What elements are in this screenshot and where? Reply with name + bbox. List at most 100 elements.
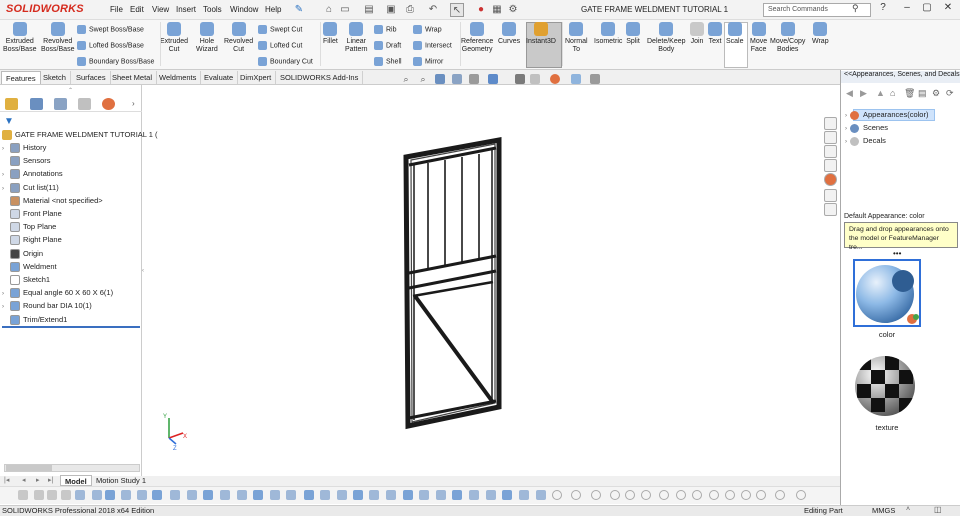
circular-pattern-icon[interactable]	[419, 490, 429, 500]
fix-icon[interactable]	[756, 490, 766, 500]
intersect-button[interactable]: Intersect	[413, 41, 452, 50]
minimize-icon[interactable]: –	[900, 2, 914, 13]
scrollbar-thumb[interactable]	[6, 465, 52, 471]
convert-icon[interactable]	[220, 490, 230, 500]
reference-geometry-button[interactable]: Reference Geometry	[461, 22, 493, 54]
select-arrow-icon[interactable]: ↖	[450, 3, 464, 17]
move-face-button[interactable]: Move Face	[750, 22, 767, 54]
merge-icon[interactable]	[796, 490, 806, 500]
mirror-button[interactable]: Mirror	[413, 57, 443, 66]
split-entities-icon[interactable]	[270, 490, 280, 500]
expand-arrow-icon[interactable]: ›	[2, 301, 10, 313]
task-pane-title[interactable]: <<Appearances, Scenes, and Decals	[841, 71, 960, 83]
linear-sketch-pattern-icon[interactable]	[403, 490, 413, 500]
tree-decals[interactable]: › Decals	[845, 135, 886, 147]
stretch-icon[interactable]	[386, 490, 396, 500]
extrude-cut-button[interactable]: Extruded Cut	[160, 22, 188, 54]
expand-arrow-icon[interactable]: ›	[2, 143, 10, 155]
join-button[interactable]: Join	[690, 22, 704, 46]
menu-edit[interactable]: Edit	[130, 5, 144, 14]
equal-icon[interactable]	[741, 490, 751, 500]
close-icon[interactable]: ✕	[941, 2, 955, 13]
vertical-icon[interactable]	[709, 490, 719, 500]
chamfer-sketch-icon[interactable]	[187, 490, 197, 500]
tree-item[interactable]: › History	[2, 142, 46, 154]
boundary-boss-button[interactable]: Boundary Boss/Base	[77, 57, 154, 66]
shell-button[interactable]: Shell	[374, 57, 402, 66]
smart-dimension-icon[interactable]	[34, 490, 44, 500]
tree-appearances[interactable]: › Appearances(color)	[845, 109, 928, 121]
forward-arrow-icon[interactable]: ▶	[860, 88, 867, 99]
boundary-cut-button[interactable]: Boundary Cut	[258, 57, 313, 66]
configuration-manager-tab-icon[interactable]	[54, 98, 67, 110]
move-entities-icon[interactable]	[320, 490, 330, 500]
menu-tools[interactable]: Tools	[203, 5, 222, 14]
up-arrow-icon[interactable]: ▲	[876, 88, 885, 98]
mirror-entities-icon[interactable]	[304, 490, 314, 500]
open-folder-icon[interactable]: ▤	[362, 3, 376, 17]
slot-icon[interactable]	[75, 490, 85, 500]
extend-icon[interactable]	[253, 490, 263, 500]
appearances-tab-icon[interactable]	[824, 173, 837, 186]
display-manager-tab-icon[interactable]	[102, 98, 115, 110]
midpoint-icon[interactable]	[625, 490, 635, 500]
fillet-sketch-icon[interactable]	[170, 490, 180, 500]
tree-scenes[interactable]: › Scenes	[845, 122, 888, 134]
view-palette-icon[interactable]	[824, 159, 837, 172]
restore-icon[interactable]: ▢	[920, 2, 934, 13]
polygon-icon[interactable]	[121, 490, 131, 500]
rebuild-icon[interactable]: ●	[474, 3, 488, 17]
tree-item[interactable]: Right Plane	[2, 234, 62, 246]
home-folder-icon[interactable]: ⌂	[890, 88, 895, 98]
move-copy-bodies-button[interactable]: Move/Copy Bodies	[770, 22, 805, 54]
tree-item[interactable]: › Round bar DIA 10(1)	[2, 300, 92, 312]
status-units[interactable]: MMGS	[872, 506, 895, 515]
custom-properties-icon[interactable]	[824, 189, 837, 202]
menu-help[interactable]: Help	[265, 5, 281, 14]
home-icon[interactable]: ⌂	[322, 3, 336, 17]
status-info-icon[interactable]: ◫	[934, 505, 942, 514]
tree-item[interactable]: Sketch1	[2, 274, 50, 286]
help-question-icon[interactable]: ?	[876, 2, 890, 13]
gate-frame-model[interactable]	[403, 137, 502, 430]
tab-model[interactable]: Model	[60, 475, 92, 486]
horizontal-icon[interactable]	[692, 490, 702, 500]
new-document-icon[interactable]: ▭	[338, 3, 352, 17]
tree-item[interactable]: › Cut list(11)	[2, 182, 59, 194]
file-explorer-icon[interactable]	[824, 145, 837, 158]
add-folder-icon[interactable]: ▤	[918, 88, 927, 99]
repair-icon[interactable]	[486, 490, 496, 500]
tree-item[interactable]: Top Plane	[2, 221, 56, 233]
tree-root[interactable]: GATE FRAME WELDMENT TUTORIAL 1 (	[2, 129, 158, 141]
revolve-cut-button[interactable]: Revolved Cut	[224, 22, 253, 54]
expand-arrow-icon[interactable]: ›	[845, 126, 847, 132]
circle-icon[interactable]	[92, 490, 102, 500]
extrude-boss-button[interactable]: Extruded Boss/Base	[3, 22, 36, 54]
dimxpert-manager-tab-icon[interactable]	[78, 98, 91, 110]
centerline-icon[interactable]	[591, 490, 601, 500]
expand-arrow-icon[interactable]: ›	[845, 139, 847, 145]
tab-scroll-next-icon[interactable]: ▸	[36, 476, 40, 484]
tangent-icon[interactable]	[641, 490, 651, 500]
scale-entities-icon[interactable]	[353, 490, 363, 500]
spline-icon[interactable]	[137, 490, 147, 500]
line-icon[interactable]	[47, 490, 57, 500]
menu-insert[interactable]: Insert	[176, 5, 196, 14]
wrap-button[interactable]: Wrap	[812, 22, 829, 46]
appearance-thumbnail-texture[interactable]	[853, 352, 921, 420]
isometric-button[interactable]: Isometric	[594, 22, 622, 46]
exit-sketch-icon[interactable]	[18, 490, 28, 500]
perpendicular-icon[interactable]	[659, 490, 669, 500]
expand-arrow-icon[interactable]: ›	[2, 288, 10, 300]
rotate-entities-icon[interactable]	[337, 490, 347, 500]
swept-cut-button[interactable]: Swept Cut	[258, 25, 302, 34]
swept-boss-button[interactable]: Swept Boss/Base	[77, 25, 144, 34]
chevron-right-icon[interactable]: ›	[132, 99, 135, 108]
menu-view[interactable]: View	[152, 5, 169, 14]
expand-arrow-icon[interactable]: ›	[2, 169, 10, 181]
lofted-boss-button[interactable]: Lofted Boss/Base	[77, 41, 144, 50]
tab-features[interactable]: Features	[1, 71, 41, 84]
shaded-sketch-icon[interactable]	[536, 490, 546, 500]
fillet-button[interactable]: Fillet	[323, 22, 338, 46]
linear-pattern-button[interactable]: Linear Pattern	[345, 22, 368, 54]
